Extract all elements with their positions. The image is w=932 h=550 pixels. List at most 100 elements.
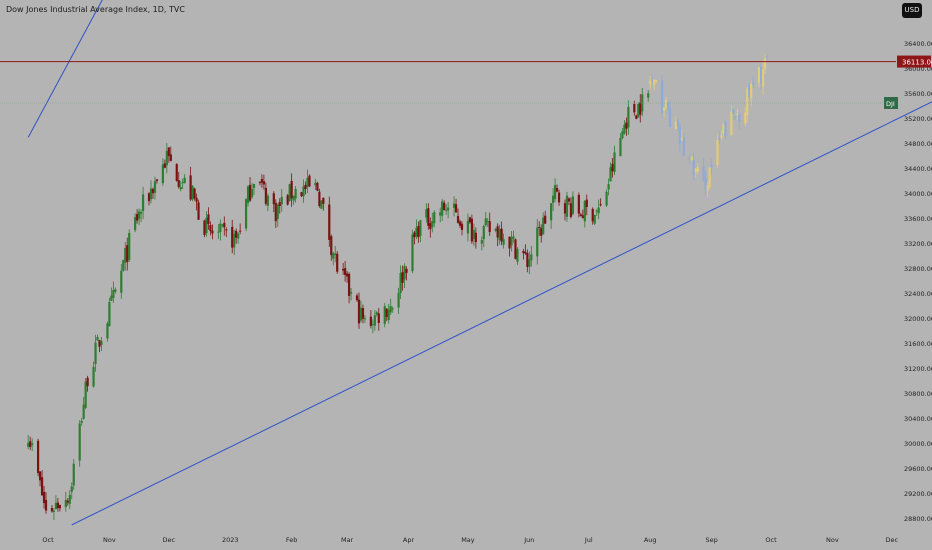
- y-tick-label: 33600.00: [904, 215, 932, 223]
- x-tick-label: Oct: [765, 536, 777, 544]
- projection-candle: [666, 103, 670, 110]
- history-candle: [136, 214, 139, 221]
- history-candle: [54, 502, 58, 510]
- x-tick-label: Feb: [286, 536, 298, 544]
- history-candle: [373, 315, 376, 326]
- projection-candle: [750, 83, 753, 99]
- history-candle: [272, 193, 275, 205]
- history-candle: [258, 182, 262, 184]
- history-candle: [401, 272, 404, 283]
- history-candle: [411, 234, 414, 272]
- history-candle: [134, 216, 137, 231]
- projection-candle: [653, 79, 656, 85]
- history-candle: [96, 336, 99, 341]
- history-candle: [544, 215, 547, 224]
- currency-button[interactable]: USD: [902, 3, 922, 18]
- history-candle: [346, 273, 349, 277]
- projection-candle: [758, 67, 761, 83]
- history-candle: [92, 366, 95, 387]
- y-tick-label: 34000.00: [904, 190, 932, 198]
- history-candle: [472, 229, 475, 239]
- projection-candle: [761, 68, 765, 87]
- history-candle: [84, 381, 87, 408]
- history-candle: [161, 164, 164, 184]
- history-candle: [445, 209, 448, 211]
- history-candle: [108, 301, 111, 327]
- history-candle: [415, 227, 418, 237]
- history-candle: [522, 251, 525, 254]
- history-candle: [139, 212, 143, 214]
- history-candle: [452, 203, 456, 208]
- history-candle: [607, 184, 610, 190]
- history-candle: [583, 200, 586, 222]
- history-candle: [322, 197, 325, 204]
- y-tick-label: 36400.00: [904, 40, 932, 48]
- y-tick-label: 34800.00: [904, 140, 932, 148]
- history-candle: [528, 259, 531, 267]
- projection-candle: [692, 160, 695, 175]
- history-candle: [316, 182, 319, 191]
- history-candle: [124, 248, 127, 263]
- y-tick-label: 30400.00: [904, 415, 932, 423]
- history-candle: [225, 229, 228, 231]
- history-candle: [550, 203, 553, 221]
- history-candle: [266, 195, 269, 206]
- history-candle: [114, 289, 117, 292]
- history-candle: [126, 245, 129, 262]
- projection-candle: [730, 111, 733, 136]
- history-candle: [141, 194, 145, 212]
- x-tick-label: Nov: [103, 536, 116, 544]
- projection-candle: [763, 58, 767, 69]
- history-candle: [183, 177, 186, 184]
- projection-candle: [649, 80, 652, 85]
- history-candle: [207, 214, 210, 224]
- history-candle: [163, 163, 166, 168]
- history-candle: [308, 175, 311, 187]
- projection-candle: [660, 80, 664, 113]
- history-candle: [512, 236, 515, 239]
- history-candle: [611, 163, 614, 172]
- history-candle: [474, 232, 477, 243]
- y-tick-label: 34400.00: [904, 165, 932, 173]
- history-candle: [167, 147, 170, 157]
- projection-candle: [748, 84, 751, 98]
- history-candle: [175, 164, 178, 181]
- history-candle: [219, 223, 222, 233]
- history-candle: [347, 273, 351, 296]
- chart-root[interactable]: 28800.00 29200.00 29600.00 30000.00 30400.00…: [0, 0, 932, 550]
- history-candle: [441, 201, 444, 216]
- history-candle: [318, 191, 321, 206]
- history-candle: [413, 232, 416, 238]
- resistance-tag-label: 36113.00: [902, 59, 932, 67]
- history-candle: [231, 226, 234, 248]
- history-candle: [286, 195, 289, 205]
- history-candle: [496, 226, 499, 238]
- history-candle: [217, 231, 220, 233]
- history-candle: [36, 440, 40, 474]
- y-tick-label: 31600.00: [904, 340, 932, 348]
- candlestick-chart[interactable]: 28800.00 29200.00 29600.00 30000.00 30400.00…: [0, 0, 932, 550]
- history-candle: [221, 224, 224, 226]
- history-candle: [40, 477, 44, 496]
- y-tick-label: 35200.00: [904, 115, 932, 123]
- history-candle: [278, 202, 281, 207]
- history-candle: [274, 202, 277, 222]
- history-candle: [66, 500, 69, 503]
- history-candle: [555, 188, 559, 192]
- x-tick-label: 2023: [222, 536, 239, 544]
- history-candle: [78, 423, 81, 461]
- projection-candle: [720, 135, 723, 139]
- projection-candle: [765, 55, 769, 57]
- history-candle: [494, 228, 497, 231]
- projection-candle: [734, 116, 737, 118]
- history-candle: [431, 221, 434, 228]
- history-candle: [80, 420, 83, 423]
- history-candle: [597, 207, 600, 214]
- history-candle: [460, 223, 464, 230]
- history-candle: [571, 196, 575, 215]
- projection-candle: [706, 185, 709, 191]
- history-candle: [385, 308, 388, 317]
- projection-candle: [746, 88, 749, 116]
- history-candle: [482, 226, 485, 240]
- history-candle: [237, 233, 240, 239]
